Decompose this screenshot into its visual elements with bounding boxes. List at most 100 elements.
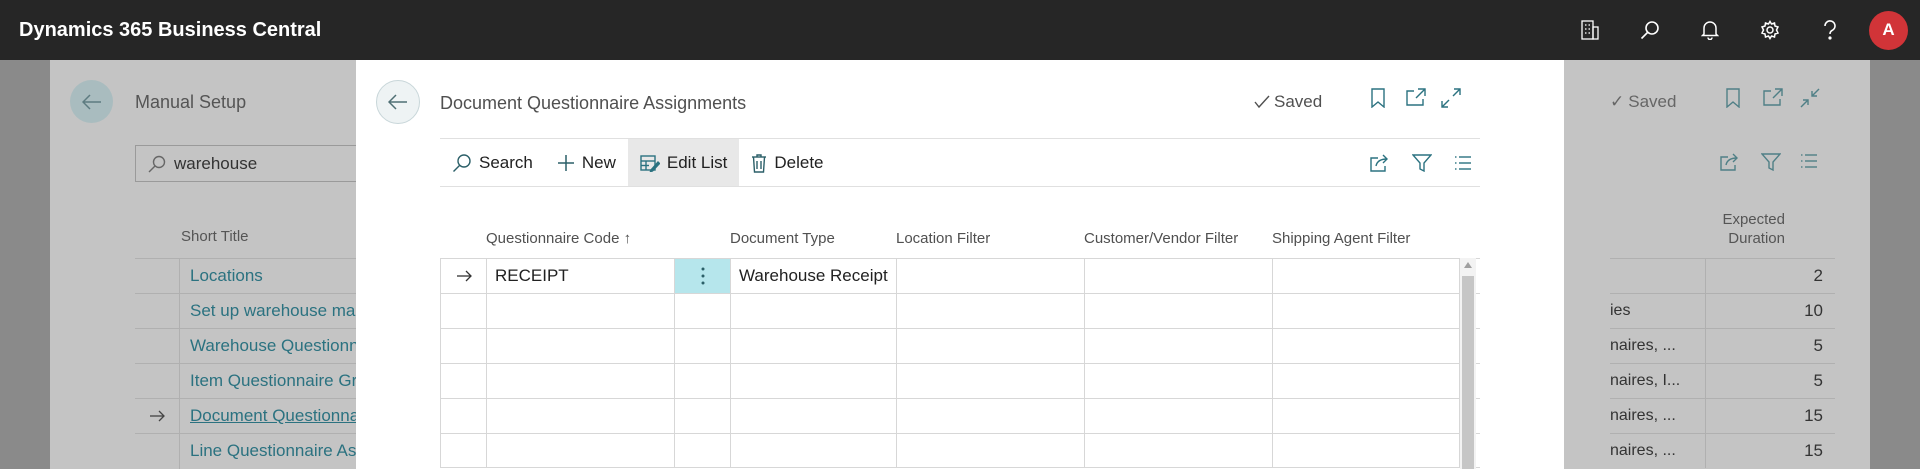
bookmark-icon[interactable]	[1371, 88, 1385, 108]
row-actions-cell[interactable]	[674, 294, 730, 328]
search-button[interactable]: Search	[440, 139, 545, 186]
company-icon[interactable]	[1560, 0, 1620, 60]
vertical-scrollbar[interactable]	[1460, 258, 1476, 469]
cell-location-filter[interactable]	[896, 294, 1084, 328]
table-row[interactable]: Locations	[135, 258, 385, 294]
bg-column-short-title: Short Title	[181, 228, 249, 245]
bg-search-input[interactable]: warehouse	[135, 145, 375, 182]
column-header-document-type[interactable]: Document Type	[730, 230, 896, 247]
bg-row-title[interactable]: Set up warehouse man	[180, 301, 365, 321]
search-label: Search	[479, 152, 533, 172]
cell-customer-vendor-filter[interactable]	[1084, 399, 1272, 433]
share-icon[interactable]	[1720, 153, 1740, 171]
row-selector[interactable]	[440, 364, 486, 398]
table-row[interactable]: Item Questionnaire Gro	[135, 363, 385, 399]
row-actions-cell[interactable]	[674, 399, 730, 433]
cell-document-type[interactable]	[730, 364, 896, 398]
cell-questionnaire-code[interactable]	[486, 294, 674, 328]
gear-icon[interactable]	[1740, 0, 1800, 60]
table-row[interactable]: RECEIPT Warehouse Receipt	[440, 258, 1480, 293]
cell-shipping-agent-filter[interactable]	[1272, 259, 1460, 293]
table-row[interactable]: Document Questionna	[135, 398, 385, 434]
list-view-icon[interactable]	[1454, 155, 1472, 171]
table-row[interactable]: Warehouse Questionna	[135, 328, 385, 364]
delete-button[interactable]: Delete	[739, 139, 835, 186]
column-header-shipping-agent-filter[interactable]: Shipping Agent Filter	[1272, 230, 1460, 247]
cell-location-filter[interactable]	[896, 259, 1084, 293]
cell-shipping-agent-filter[interactable]	[1272, 364, 1460, 398]
open-new-window-icon[interactable]	[1763, 88, 1783, 106]
new-button[interactable]: New	[545, 139, 628, 186]
cell-shipping-agent-filter[interactable]	[1272, 294, 1460, 328]
row-selector[interactable]	[440, 259, 486, 293]
table-row[interactable]	[440, 363, 1480, 398]
collapse-icon[interactable]	[1800, 88, 1820, 108]
row-actions-cell[interactable]	[674, 434, 730, 467]
filter-icon[interactable]	[1412, 153, 1432, 172]
cell-location-filter[interactable]	[896, 399, 1084, 433]
user-avatar[interactable]: A	[1869, 10, 1908, 50]
row-actions-cell[interactable]	[674, 364, 730, 398]
cell-customer-vendor-filter[interactable]	[1084, 294, 1272, 328]
cell-document-type[interactable]	[730, 434, 896, 467]
cell-location-filter[interactable]	[896, 329, 1084, 363]
help-icon[interactable]	[1800, 0, 1860, 60]
filter-icon[interactable]	[1761, 153, 1781, 171]
bg-row-title[interactable]: Document Questionna	[180, 406, 359, 426]
row-selector[interactable]	[440, 294, 486, 328]
scrollbar-thumb[interactable]	[1462, 276, 1474, 469]
app-title[interactable]: Dynamics 365 Business Central	[19, 19, 321, 42]
cell-questionnaire-code[interactable]	[486, 434, 674, 467]
column-header-customer-vendor-filter[interactable]: Customer/Vendor Filter	[1084, 230, 1272, 247]
cell-shipping-agent-filter[interactable]	[1272, 329, 1460, 363]
cell-document-type[interactable]: Warehouse Receipt	[730, 259, 896, 293]
list-icon[interactable]	[1800, 153, 1818, 169]
cell-shipping-agent-filter[interactable]	[1272, 399, 1460, 433]
row-selector[interactable]	[440, 329, 486, 363]
app-bar: Dynamics 365 Business Central A	[0, 0, 1920, 60]
cell-questionnaire-code[interactable]: RECEIPT	[486, 259, 674, 293]
saved-label: Saved	[1274, 92, 1323, 111]
row-actions-button[interactable]	[674, 259, 730, 293]
action-bar-right	[1370, 139, 1472, 186]
cell-customer-vendor-filter[interactable]	[1084, 434, 1272, 467]
cell-questionnaire-code[interactable]	[486, 364, 674, 398]
share-icon[interactable]	[1370, 154, 1390, 172]
cell-shipping-agent-filter[interactable]	[1272, 434, 1460, 467]
cell-document-type[interactable]	[730, 329, 896, 363]
row-selector[interactable]	[440, 434, 486, 467]
cell-questionnaire-code[interactable]	[486, 329, 674, 363]
cell-customer-vendor-filter[interactable]	[1084, 364, 1272, 398]
cell-location-filter[interactable]	[896, 364, 1084, 398]
search-icon[interactable]	[1620, 0, 1680, 60]
bg-row-title[interactable]: Line Questionnaire Ass	[180, 441, 365, 461]
row-selector[interactable]	[440, 399, 486, 433]
bg-row-extra: naires, I...	[1610, 372, 1681, 389]
cell-questionnaire-code[interactable]	[486, 399, 674, 433]
bookmark-icon[interactable]	[1726, 88, 1740, 108]
cell-customer-vendor-filter[interactable]	[1084, 329, 1272, 363]
table-row[interactable]: Set up warehouse man	[135, 293, 385, 329]
edit-list-button[interactable]: Edit List	[627, 139, 740, 186]
table-row[interactable]	[440, 398, 1480, 433]
back-button[interactable]	[376, 80, 420, 124]
bg-row-title[interactable]: Item Questionnaire Gro	[180, 371, 367, 391]
scroll-up-arrow-icon[interactable]	[1464, 262, 1472, 268]
bg-back-button[interactable]	[70, 80, 113, 123]
cell-location-filter[interactable]	[896, 434, 1084, 467]
bg-row-title[interactable]: Locations	[180, 266, 263, 286]
table-row[interactable]: Line Questionnaire Ass	[135, 433, 385, 469]
column-header-questionnaire-code[interactable]: Questionnaire Code ↑	[486, 230, 674, 247]
table-row[interactable]	[440, 433, 1480, 468]
table-row[interactable]	[440, 328, 1480, 363]
expand-icon[interactable]	[1441, 88, 1461, 108]
cell-document-type[interactable]	[730, 294, 896, 328]
column-header-location-filter[interactable]: Location Filter	[896, 230, 1084, 247]
table-row[interactable]	[440, 293, 1480, 328]
bell-icon[interactable]	[1680, 0, 1740, 60]
cell-customer-vendor-filter[interactable]	[1084, 259, 1272, 293]
cell-document-type[interactable]	[730, 399, 896, 433]
row-actions-cell[interactable]	[674, 329, 730, 363]
open-new-window-icon[interactable]	[1406, 88, 1426, 106]
bg-row-title[interactable]: Warehouse Questionna	[180, 336, 368, 356]
